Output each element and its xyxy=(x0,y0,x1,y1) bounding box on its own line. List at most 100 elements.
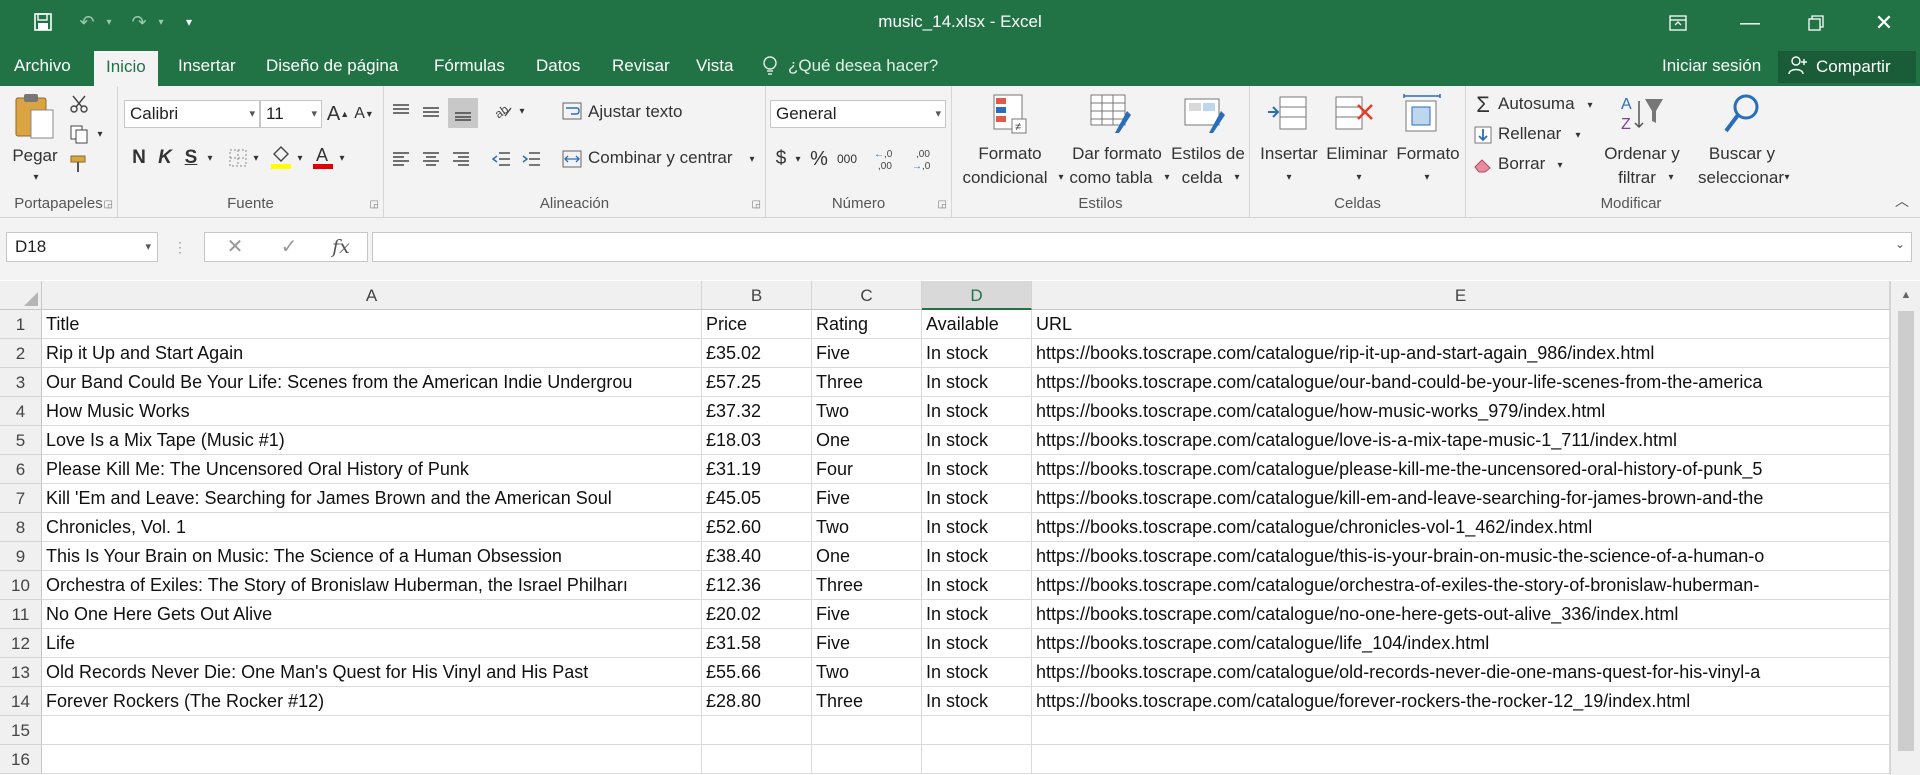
tab-vista[interactable]: Vista xyxy=(694,46,736,86)
cell-available[interactable]: In stock xyxy=(922,368,1032,397)
delete-cells-dropdown-icon[interactable]: ▾ xyxy=(1354,166,1364,189)
formula-bar-splitter-icon[interactable]: ⋮ xyxy=(170,232,190,262)
cell-url[interactable]: https://books.toscrape.com/catalogue/kil… xyxy=(1032,484,1890,513)
insert-cells-icon[interactable] xyxy=(1264,92,1312,136)
row-header-3[interactable]: 3 xyxy=(0,368,42,397)
column-header-d[interactable]: D xyxy=(922,281,1032,310)
select-all-corner[interactable] xyxy=(0,281,42,310)
cell-url[interactable]: https://books.toscrape.com/catalogue/ple… xyxy=(1032,455,1890,484)
empty-cell[interactable] xyxy=(1032,745,1890,774)
format-as-table-label-2[interactable]: como tabla xyxy=(1058,166,1164,189)
decrease-indent-icon[interactable] xyxy=(488,146,514,172)
cell-available[interactable]: In stock xyxy=(922,455,1032,484)
sort-filter-label-2[interactable]: filtrar xyxy=(1602,166,1672,189)
close-button[interactable]: ✕ xyxy=(1856,0,1912,46)
cell-url[interactable]: https://books.toscrape.com/catalogue/old… xyxy=(1032,658,1890,687)
cell-url[interactable]: https://books.toscrape.com/catalogue/no-… xyxy=(1032,600,1890,629)
empty-cell[interactable] xyxy=(922,716,1032,745)
fill-label[interactable]: Rellenar xyxy=(1498,124,1561,144)
row-header-9[interactable]: 9 xyxy=(0,542,42,571)
font-name-select[interactable]: Calibri ▾ xyxy=(124,100,260,128)
cell-styles-label-2[interactable]: celda xyxy=(1168,166,1236,189)
cell-url[interactable]: https://books.toscrape.com/catalogue/lif… xyxy=(1032,629,1890,658)
font-color-dropdown-icon[interactable]: ▾ xyxy=(336,144,348,172)
restore-button[interactable] xyxy=(1788,0,1844,46)
cut-icon[interactable] xyxy=(66,92,92,116)
redo-icon[interactable]: ↷ xyxy=(124,8,154,36)
fill-color-dropdown-icon[interactable]: ▾ xyxy=(294,144,306,172)
cell-available[interactable]: In stock xyxy=(922,658,1032,687)
cell-price[interactable]: £57.25 xyxy=(702,368,812,397)
cell-rating[interactable]: Three xyxy=(812,687,922,716)
enter-icon[interactable]: ✓ xyxy=(269,233,309,261)
column-header-c[interactable]: C xyxy=(812,281,922,310)
ribbon-display-options-icon[interactable] xyxy=(1650,0,1706,46)
find-select-icon[interactable] xyxy=(1718,92,1766,136)
copy-icon[interactable] xyxy=(66,122,92,146)
undo-icon[interactable]: ↶ xyxy=(72,8,102,36)
cell-url[interactable]: https://books.toscrape.com/catalogue/thi… xyxy=(1032,542,1890,571)
cell-styles-icon[interactable] xyxy=(1182,92,1228,136)
cell-available[interactable]: In stock xyxy=(922,629,1032,658)
find-select-label-1[interactable]: Buscar y xyxy=(1696,142,1788,165)
row-header-6[interactable]: 6 xyxy=(0,455,42,484)
cell-rating[interactable]: Five xyxy=(812,484,922,513)
conditional-formatting-icon[interactable]: ≠ xyxy=(988,92,1032,136)
conditional-formatting-label-1[interactable]: Formato xyxy=(954,142,1066,165)
cell-price[interactable]: £18.03 xyxy=(702,426,812,455)
cell-price[interactable]: £52.60 xyxy=(702,513,812,542)
increase-font-size-icon[interactable]: A ▲ xyxy=(326,100,350,128)
cell-title[interactable]: Rip it Up and Start Again xyxy=(42,339,702,368)
paste-icon[interactable] xyxy=(12,92,58,142)
number-format-select[interactable]: General ▾ xyxy=(770,100,946,128)
cell-available[interactable]: In stock xyxy=(922,339,1032,368)
cell-available[interactable]: In stock xyxy=(922,571,1032,600)
redo-dropdown-icon[interactable]: ▾ xyxy=(154,8,168,36)
cell-rating[interactable]: Five xyxy=(812,629,922,658)
format-as-table-label-1[interactable]: Dar formato xyxy=(1062,142,1172,165)
percent-icon[interactable]: % xyxy=(808,146,830,172)
cell-rating[interactable]: One xyxy=(812,542,922,571)
autosum-dropdown-icon[interactable]: ▾ xyxy=(1584,92,1596,118)
cell-price[interactable]: £38.40 xyxy=(702,542,812,571)
cell-title[interactable]: Our Band Could Be Your Life: Scenes from… xyxy=(42,368,702,397)
decrease-decimal-icon[interactable]: ,00 → ,0 xyxy=(908,144,942,174)
orientation-icon[interactable]: ab xyxy=(490,98,516,124)
cell-rating[interactable]: One xyxy=(812,426,922,455)
format-cells-dropdown-icon[interactable]: ▾ xyxy=(1422,166,1432,189)
autosum-icon[interactable]: Σ xyxy=(1472,92,1494,118)
cell-price[interactable]: £55.66 xyxy=(702,658,812,687)
sort-filter-icon[interactable]: AZ xyxy=(1618,92,1666,136)
font-size-select[interactable]: 11 ▾ xyxy=(260,100,322,128)
clipboard-launcher-icon[interactable]: ◲ xyxy=(104,199,113,210)
column-header-e[interactable]: E xyxy=(1032,281,1890,310)
clear-icon[interactable] xyxy=(1472,152,1494,178)
cell-rating[interactable]: Five xyxy=(812,600,922,629)
cell-url[interactable]: https://books.toscrape.com/catalogue/how… xyxy=(1032,397,1890,426)
empty-cell[interactable] xyxy=(702,745,812,774)
column-header-a[interactable]: A xyxy=(42,281,702,310)
copy-dropdown-icon[interactable]: ▾ xyxy=(94,122,106,146)
cell-url[interactable]: https://books.toscrape.com/catalogue/chr… xyxy=(1032,513,1890,542)
worksheet-grid[interactable]: ABCDE 1 2 3 4 5 6 7 8 9 10 11 12 13 14 15 16 Title Price… xyxy=(0,281,1920,775)
find-select-label-2[interactable]: seleccionar xyxy=(1686,166,1796,189)
minimize-button[interactable]: — xyxy=(1722,0,1778,46)
cell-available[interactable]: In stock xyxy=(922,600,1032,629)
row-header-12[interactable]: 12 xyxy=(0,629,42,658)
empty-cell[interactable] xyxy=(1032,716,1890,745)
row-header-16[interactable]: 16 xyxy=(0,745,42,774)
save-icon[interactable] xyxy=(28,8,58,36)
sort-filter-label-1[interactable]: Ordenar y xyxy=(1596,142,1688,165)
find-select-dropdown-icon[interactable]: ▾ xyxy=(1782,166,1792,189)
row-header-8[interactable]: 8 xyxy=(0,513,42,542)
cell-rating[interactable]: Two xyxy=(812,397,922,426)
cell-available[interactable]: In stock xyxy=(922,542,1032,571)
row-header-4[interactable]: 4 xyxy=(0,397,42,426)
paste-label[interactable]: Pegar xyxy=(10,144,60,167)
sort-filter-dropdown-icon[interactable]: ▾ xyxy=(1666,166,1676,189)
tab-inicio[interactable]: Inicio xyxy=(94,51,158,86)
underline-button[interactable]: S xyxy=(180,144,202,172)
merge-center-label[interactable]: Combinar y centrar xyxy=(588,148,733,168)
formula-input[interactable]: ⌄ xyxy=(372,232,1912,262)
header-cell-url[interactable]: URL xyxy=(1032,310,1890,339)
